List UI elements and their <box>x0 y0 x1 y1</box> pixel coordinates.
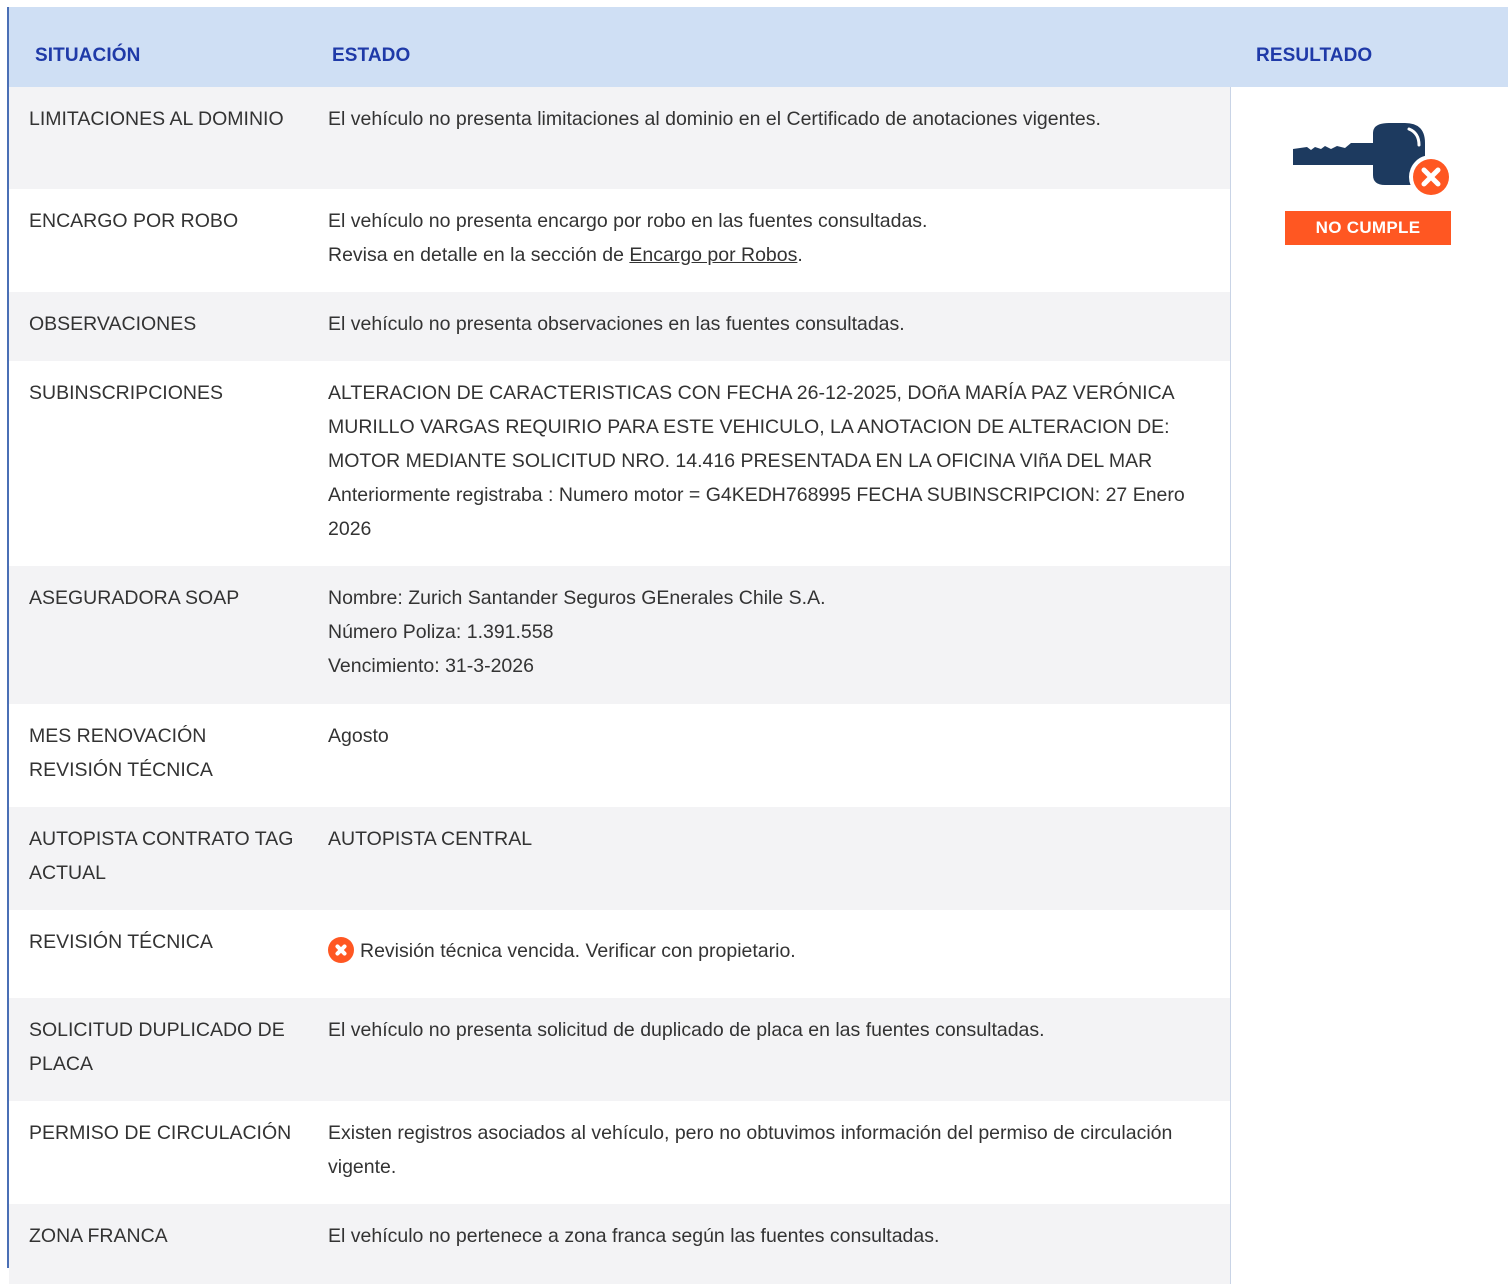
estado-text: Nombre: Zurich Santander Seguros GEneral… <box>328 581 1208 683</box>
situacion-label: REVISIÓN TÉCNICA <box>29 931 213 953</box>
situacion-label: SOLICITUD DUPLICADO DE PLACA <box>29 1019 285 1075</box>
estado-line: Nombre: Zurich Santander Seguros GEneral… <box>328 587 826 609</box>
estado-text: El vehículo no presenta encargo por robo… <box>328 204 1208 272</box>
error-circle-icon <box>328 937 354 963</box>
column-header-situacion: SITUACIÓN <box>35 45 141 66</box>
estado-text: Agosto <box>328 725 389 747</box>
estado-line: Revisión técnica vencida. Verificar con … <box>360 940 796 962</box>
table-row: SOLICITUD DUPLICADO DE PLACA El vehículo… <box>9 998 1231 1101</box>
situacion-label: LIMITACIONES AL DOMINIO <box>29 108 284 130</box>
estado-text: ALTERACION DE CARACTERISTICAS CON FECHA … <box>328 382 1185 540</box>
table-header: SITUACIÓN ESTADO RESULTADO <box>9 7 1508 87</box>
table-row: REVISIÓN TÉCNICA Revisión técnica vencid… <box>9 910 1231 998</box>
key-error-icon <box>1293 123 1453 199</box>
encargo-por-robos-link[interactable]: Encargo por Robos <box>629 244 797 266</box>
table-row: MES RENOVACIÓN REVISIÓN TÉCNICA Agosto <box>9 704 1231 807</box>
result-panel: NO CUMPLE <box>1285 119 1453 245</box>
estado-line: Revisa en detalle en la sección de Encar… <box>328 238 1208 272</box>
link-suffix: . <box>797 244 803 266</box>
estado-text: El vehículo no presenta limitaciones al … <box>328 108 1101 130</box>
estado-line: Número Poliza: 1.391.558 <box>328 621 554 643</box>
table-row: AUTOPISTA CONTRATO TAG ACTUAL AUTOPISTA … <box>9 807 1231 910</box>
estado-text: AUTOPISTA CENTRAL <box>328 828 533 850</box>
situacion-label: MES RENOVACIÓN REVISIÓN TÉCNICA <box>29 725 213 781</box>
link-prefix: Revisa en detalle en la sección de <box>328 244 630 266</box>
table-row: ASEGURADORA SOAP Nombre: Zurich Santande… <box>9 566 1231 704</box>
table-row: LIMITACIONES AL DOMINIO El vehículo no p… <box>9 87 1231 189</box>
table-row: ENCARGO POR ROBO El vehículo no presenta… <box>9 189 1231 292</box>
estado-text: El vehículo no presenta solicitud de dup… <box>328 1019 1045 1041</box>
report-table: SITUACIÓN ESTADO RESULTADO LIMITACIONES … <box>7 7 1508 1284</box>
table-body: LIMITACIONES AL DOMINIO El vehículo no p… <box>9 87 1231 1284</box>
situacion-label: ZONA FRANCA <box>29 1225 168 1247</box>
no-cumple-badge: NO CUMPLE <box>1285 211 1451 245</box>
estado-text: Revisión técnica vencida. Verificar con … <box>328 934 1208 968</box>
situacion-label: SUBINSCRIPCIONES <box>29 382 223 404</box>
column-header-resultado: RESULTADO <box>1256 45 1373 66</box>
estado-text: El vehículo no pertenece a zona franca s… <box>328 1225 940 1247</box>
column-header-estado: ESTADO <box>332 45 411 66</box>
table-row: OBSERVACIONES El vehículo no presenta ob… <box>9 292 1231 361</box>
situacion-label: AUTOPISTA CONTRATO TAG ACTUAL <box>29 828 294 884</box>
situacion-label: OBSERVACIONES <box>29 313 197 335</box>
estado-text: El vehículo no presenta observaciones en… <box>328 313 905 335</box>
estado-text: Existen registros asociados al vehículo,… <box>328 1122 1173 1178</box>
table-row: ZONA FRANCA El vehículo no pertenece a z… <box>9 1204 1231 1284</box>
situacion-label: ENCARGO POR ROBO <box>29 210 239 232</box>
estado-line: Vencimiento: 31-3-2026 <box>328 655 534 677</box>
situacion-label: PERMISO DE CIRCULACIÓN <box>29 1122 292 1144</box>
estado-line: El vehículo no presenta encargo por robo… <box>328 210 928 232</box>
situacion-label: ASEGURADORA SOAP <box>29 587 240 609</box>
table-row: SUBINSCRIPCIONES ALTERACION DE CARACTERI… <box>9 361 1231 566</box>
table-row: PERMISO DE CIRCULACIÓN Existen registros… <box>9 1101 1231 1204</box>
